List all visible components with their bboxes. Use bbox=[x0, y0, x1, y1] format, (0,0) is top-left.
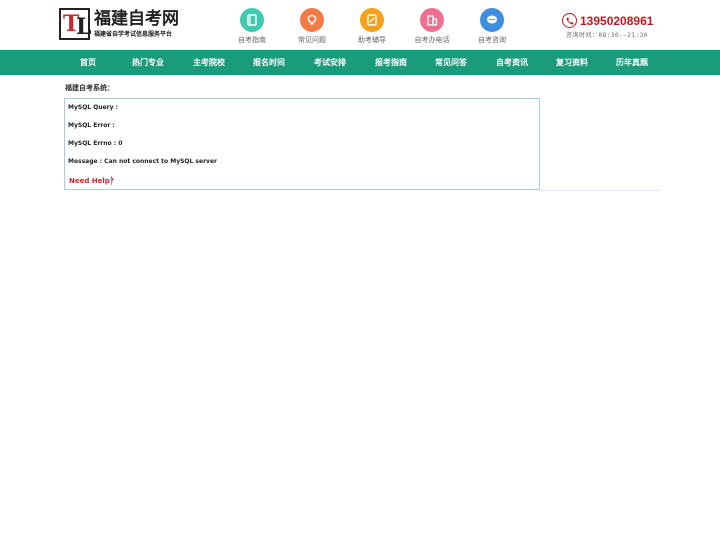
section-title: 福建自考系统： bbox=[65, 84, 114, 92]
nav-item-news[interactable]: 自考资讯 bbox=[481, 50, 543, 75]
main-nav: 首页 热门专业 主考院校 报名时间 考试安排 报考指南 常见问答 自考资讯 复习… bbox=[0, 50, 720, 75]
quick-link-faq[interactable]: 常见问题 bbox=[282, 8, 342, 45]
quick-link-office-phone[interactable]: 自考办电话 bbox=[402, 8, 462, 45]
pencil-icon bbox=[360, 8, 384, 32]
error-mysql-errno: MySQL Errno : 0 bbox=[68, 140, 123, 147]
help-divider bbox=[111, 176, 112, 185]
nav-item-registration-time[interactable]: 报名时间 bbox=[238, 50, 300, 75]
error-mysql-query: MySQL Query : bbox=[68, 104, 119, 111]
logo-mark-l: L bbox=[76, 14, 92, 40]
nav-item-study-materials[interactable]: 复习资料 bbox=[541, 50, 603, 75]
quick-link-guide[interactable]: 自考指南 bbox=[222, 8, 282, 45]
quick-link-label: 自考指南 bbox=[238, 36, 266, 44]
divider-line bbox=[540, 190, 660, 191]
site-subtitle: 福建省自学考试信息服务平台 bbox=[94, 31, 173, 38]
quick-link-label: 自考办电话 bbox=[414, 36, 450, 44]
nav-item-qa[interactable]: 常见问答 bbox=[420, 50, 482, 75]
quick-link-label: 自考咨询 bbox=[478, 36, 506, 44]
building-icon bbox=[420, 8, 444, 32]
book-icon bbox=[240, 8, 264, 32]
quick-link-consult[interactable]: 自考咨询 bbox=[462, 8, 522, 45]
error-panel: MySQL Query : MySQL Error : MySQL Errno … bbox=[64, 98, 540, 190]
nav-item-home[interactable]: 首页 bbox=[57, 50, 119, 75]
need-help-link[interactable]: Need Help? bbox=[69, 176, 114, 186]
phone-icon bbox=[562, 13, 577, 28]
contact-hours: 咨询时间：08:30--21:30 bbox=[566, 32, 648, 39]
nav-item-exam-schedule[interactable]: 考试安排 bbox=[299, 50, 361, 75]
contact-phone-number[interactable]: 13950208961 bbox=[580, 13, 653, 29]
chat-icon bbox=[480, 8, 504, 32]
nav-item-popular-majors[interactable]: 热门专业 bbox=[117, 50, 179, 75]
nav-item-past-papers[interactable]: 历年真题 bbox=[601, 50, 663, 75]
error-message: Message : Can not connect to MySQL serve… bbox=[68, 158, 217, 165]
site-logo[interactable]: T L 福建自考网 福建省自学考试信息服务平台 bbox=[59, 8, 184, 42]
logo-mark: T L bbox=[59, 8, 92, 40]
site-title: 福建自考网 bbox=[94, 9, 179, 29]
quick-link-label: 常见问题 bbox=[298, 36, 326, 44]
quick-link-tutoring[interactable]: 助考辅导 bbox=[342, 8, 402, 45]
lightbulb-icon bbox=[300, 8, 324, 32]
error-mysql-error: MySQL Error : bbox=[68, 122, 115, 129]
nav-item-apply-guide[interactable]: 报考指南 bbox=[360, 50, 422, 75]
quick-link-label: 助考辅导 bbox=[358, 36, 386, 44]
site-header: T L 福建自考网 福建省自学考试信息服务平台 自考指南 常见问题 助考辅导 自… bbox=[0, 0, 720, 50]
nav-item-universities[interactable]: 主考院校 bbox=[178, 50, 240, 75]
